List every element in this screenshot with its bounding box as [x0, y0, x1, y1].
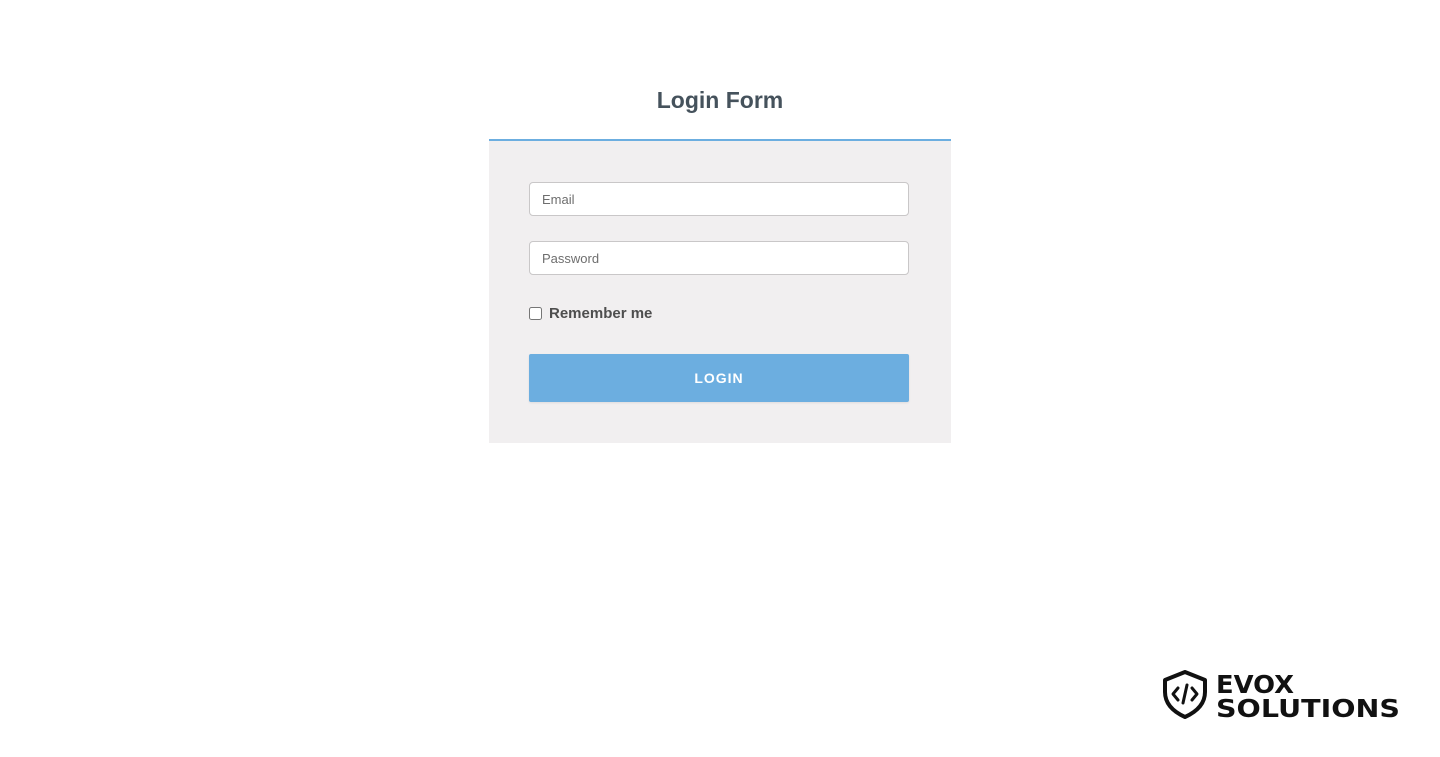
brand-logo: EVOX SOLUTIONS	[1162, 670, 1402, 723]
password-field[interactable]	[529, 241, 909, 275]
email-field[interactable]	[529, 182, 909, 216]
shield-code-icon	[1163, 670, 1207, 719]
login-form-panel: Remember me LOGIN	[489, 139, 951, 443]
remember-me-label[interactable]: Remember me	[549, 305, 652, 322]
remember-me-checkbox[interactable]	[529, 306, 542, 320]
brand-line2: SOLUTIONS	[1216, 694, 1400, 720]
login-page: Login Form Remember me LOGIN EVOX SOLUTI…	[0, 0, 1440, 757]
login-button[interactable]: LOGIN	[529, 354, 909, 402]
evox-solutions-logo: EVOX SOLUTIONS	[1163, 670, 1400, 723]
page-title: Login Form	[656, 87, 784, 113]
remember-me-row: Remember me	[529, 303, 652, 323]
